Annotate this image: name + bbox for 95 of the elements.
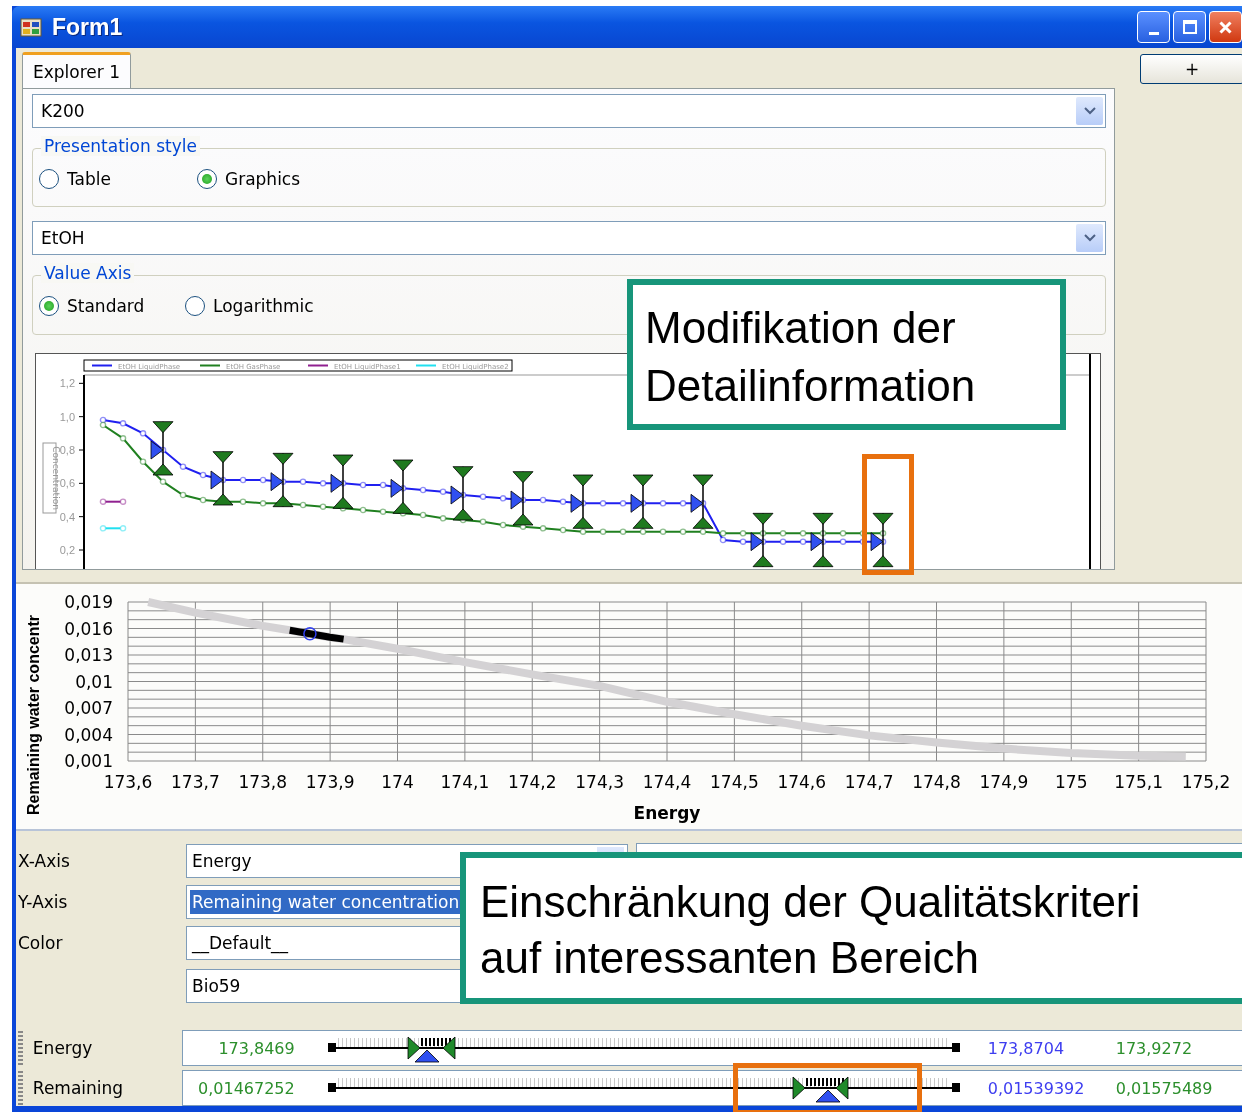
x-tick-label: 174,4 (642, 772, 692, 792)
y-tick-label: 0,019 (64, 592, 113, 612)
component-combo[interactable]: EtOH (32, 221, 1106, 256)
group-title: Presentation style (41, 135, 200, 156)
radio-button[interactable] (185, 296, 205, 317)
y-tick-label: 0,8 (59, 443, 75, 456)
y-axis-title: Concentration (51, 445, 61, 510)
lower-thumb[interactable] (407, 1036, 422, 1060)
radio-label[interactable]: Standard (67, 296, 145, 317)
field-label: Color (17, 933, 64, 953)
range-marker[interactable] (210, 450, 234, 506)
y-tick-label: 0,4 (59, 510, 75, 523)
upper-thumb[interactable] (442, 1036, 457, 1060)
current-value: 173,8704 (987, 1038, 1066, 1058)
upper-thumb[interactable] (834, 1076, 849, 1100)
dropdown-icon[interactable] (1076, 224, 1103, 253)
y-tick-label: 0,001 (64, 751, 113, 771)
radio-button[interactable] (39, 296, 59, 317)
x-axis-title: Energy (633, 803, 701, 823)
add-tab-button[interactable]: + (1140, 54, 1242, 84)
range-marker[interactable] (870, 512, 894, 568)
x-tick-label: 173,9 (305, 772, 355, 792)
range-marker[interactable] (270, 452, 294, 508)
group-title: Value Axis (41, 263, 135, 284)
maximize-button[interactable] (1173, 11, 1206, 43)
radio-label[interactable]: Logarithmic (213, 296, 314, 317)
close-icon (1219, 20, 1232, 34)
range-marker[interactable] (150, 420, 174, 476)
x-tick-label: 174,7 (844, 772, 894, 792)
range-marker[interactable] (390, 458, 414, 514)
x-tick-label: 174,9 (979, 772, 1029, 792)
close-button[interactable] (1209, 11, 1242, 43)
max-value: 0,01575489 (1115, 1078, 1214, 1098)
range-marker[interactable] (510, 470, 534, 526)
minimize-button[interactable] (1137, 11, 1170, 43)
x-tick-label: 174,5 (710, 772, 759, 792)
callout-text: Detailinformation (645, 360, 977, 412)
dropdown-icon[interactable] (1076, 96, 1103, 125)
window-title: Form1 (52, 13, 123, 41)
track-end (327, 1083, 336, 1092)
x-tick-label: 174,8 (912, 772, 961, 792)
radio-button[interactable] (197, 168, 217, 189)
x-tick-label: 174,3 (575, 772, 624, 792)
x-tick-label: 173,6 (103, 772, 153, 792)
range-marker[interactable] (750, 512, 774, 568)
y-tick-label: 0,2 (59, 543, 75, 556)
grip-handle[interactable] (18, 1071, 23, 1105)
field-label: X-Axis (17, 851, 71, 871)
filter-label: Energy (31, 1038, 94, 1058)
y-tick-label: 1,2 (59, 376, 75, 389)
dataset-combo[interactable]: K200 (32, 94, 1106, 128)
radio-button[interactable] (39, 168, 59, 189)
max-value: 173,9272 (1115, 1038, 1194, 1058)
range-marker[interactable] (330, 453, 354, 509)
x-tick-label: 174,2 (507, 772, 557, 792)
x-tick-label: 174 (381, 772, 414, 792)
x-tick-label: 174,1 (440, 772, 490, 792)
minimize-icon (1148, 31, 1159, 35)
tab[interactable]: Explorer 1 (22, 52, 131, 88)
x-tick-label: 174,6 (777, 772, 827, 792)
y-tick-label: 1,0 (59, 410, 75, 423)
lower-thumb[interactable] (791, 1076, 806, 1100)
field-label: Y-Axis (17, 892, 69, 912)
track-end (951, 1083, 960, 1092)
x-tick-label: 173,7 (171, 772, 220, 792)
min-value: 173,8469 (217, 1038, 295, 1058)
range-marker[interactable] (690, 473, 714, 529)
x-tick-label: 175 (1055, 772, 1088, 792)
y-tick-label: 0,6 (59, 476, 75, 489)
range-marker[interactable] (630, 473, 654, 529)
x-tick-label: 173,8 (238, 772, 288, 792)
radio-label[interactable]: Table (67, 168, 111, 189)
range-marker[interactable] (570, 473, 594, 529)
min-value: 0,01467252 (197, 1078, 295, 1098)
x-tick-label: 175,1 (1114, 772, 1163, 792)
maximize-icon (1182, 20, 1197, 34)
range-marker[interactable] (810, 512, 834, 568)
y-tick-label: 0,013 (64, 645, 113, 665)
app-icon (20, 16, 42, 38)
filter-label: Remaining (31, 1078, 125, 1098)
y-axis-title: Remaining water concentr (25, 614, 42, 815)
track-end (327, 1043, 336, 1052)
y-tick-label: 0,004 (64, 724, 113, 745)
current-value: 0,01539392 (987, 1078, 1086, 1098)
y-tick-label: 0,007 (64, 698, 113, 718)
grip-handle[interactable] (18, 1031, 23, 1065)
axis-title: Concentration (42, 442, 61, 514)
x-tick-label: 175,2 (1181, 772, 1231, 792)
y-tick-label: 0,01 (75, 671, 113, 692)
callout-text: Modifikation der (645, 302, 957, 354)
range-marker[interactable] (450, 465, 474, 521)
track-end (951, 1043, 960, 1052)
radio-label[interactable]: Graphics (225, 168, 301, 189)
selected-point[interactable] (303, 627, 317, 641)
y-tick-label: 0,016 (64, 618, 113, 639)
